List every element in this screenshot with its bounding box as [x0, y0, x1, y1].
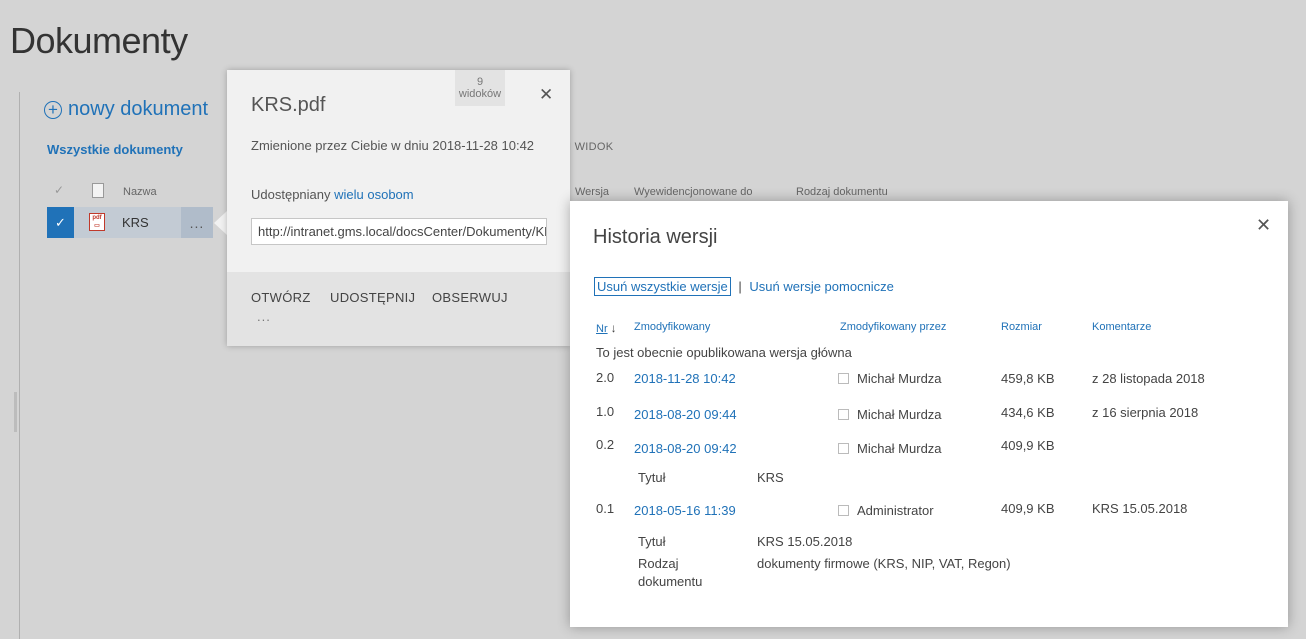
plus-circle-icon: + [44, 100, 62, 119]
header-nr-label: Nr [596, 323, 608, 335]
left-divider [19, 92, 20, 639]
callout-modified-info: Zmienione przez Ciebie w dniu 2018-11-28… [251, 138, 535, 153]
new-document-label: nowy dokument [68, 98, 209, 120]
views-counter: 9 widoków [455, 70, 505, 106]
left-scroll-indicator [14, 392, 17, 432]
page-title: Dokumenty [10, 20, 188, 61]
delete-minor-versions-link[interactable]: Usuń wersje pomocnicze [749, 279, 894, 294]
version-nr: 0.1 [596, 501, 615, 516]
version-comment: z 16 sierpnia 2018 [1092, 405, 1199, 420]
share-button[interactable]: UDOSTĘPNIJ [330, 290, 415, 305]
modified-by-name[interactable]: Michał Murdza [857, 441, 942, 456]
version-comment: KRS 15.05.2018 [1092, 501, 1188, 516]
presence-icon [838, 505, 849, 516]
version-size: 409,9 KB [1001, 438, 1055, 453]
property-label: Tytuł [638, 470, 666, 485]
presence-icon [838, 443, 849, 454]
version-nr: 1.0 [596, 404, 615, 419]
select-all-check-icon[interactable]: ✓ [54, 183, 64, 197]
property-value: KRS [757, 470, 784, 485]
modified-by-name[interactable]: Michał Murdza [857, 371, 942, 386]
document-callout: KRS.pdf 9 widoków ✕ Zmienione przez Cieb… [227, 70, 570, 346]
published-version-note: To jest obecnie opublikowana wersja głów… [596, 345, 852, 360]
pdf-icon: pdf ▭ [89, 213, 105, 231]
shared-with-link[interactable]: wielu osobom [334, 187, 414, 202]
header-size[interactable]: Rozmiar [1001, 321, 1042, 333]
new-view-link[interactable]: N WIDOK [563, 141, 613, 153]
sort-down-arrow-icon: ↓ [610, 321, 617, 335]
version-date-link[interactable]: 2018-08-20 09:44 [634, 407, 737, 422]
property-label: dokumentu [638, 574, 703, 589]
column-header-checked-out-to[interactable]: Wyewidencjonowane do [634, 186, 753, 198]
version-nr: 2.0 [596, 370, 615, 385]
callout-shared-info: Udostępniany wielu osobom [251, 187, 414, 202]
version-comment: z 28 listopada 2018 [1092, 371, 1205, 386]
open-button[interactable]: OTWÓRZ [251, 290, 311, 305]
shared-prefix: Udostępniany [251, 187, 331, 202]
version-date-link[interactable]: 2018-08-20 09:42 [634, 441, 737, 456]
property-value: dokumenty firmowe (KRS, NIP, VAT, Regon) [757, 556, 1011, 571]
callout-pointer [214, 211, 227, 235]
version-nr: 0.2 [596, 437, 615, 452]
property-label: Rodzaj [638, 556, 679, 571]
callout-title: KRS.pdf [251, 94, 326, 116]
delete-all-versions-link[interactable]: Usuń wszystkie wersje [594, 277, 731, 296]
list-item-name[interactable]: KRS [122, 215, 149, 230]
property-label: Tytuł [638, 534, 666, 549]
version-size: 409,9 KB [1001, 501, 1055, 516]
views-count: 9 [476, 76, 484, 88]
views-label: widoków [458, 88, 502, 100]
version-modified-by: Michał Murdza [838, 407, 942, 422]
more-actions-button[interactable]: ... [257, 309, 271, 324]
follow-button[interactable]: OBSERWUJ [432, 290, 508, 305]
modified-by-name[interactable]: Administrator [857, 503, 934, 518]
presence-icon [838, 373, 849, 384]
version-history-dialog: Historia wersji ✕ Usuń wszystkie wersje … [570, 201, 1288, 627]
column-header-version[interactable]: Wersja [575, 186, 609, 198]
version-modified-by: Michał Murdza [838, 371, 942, 386]
modified-by-name[interactable]: Michał Murdza [857, 407, 942, 422]
header-modified[interactable]: Zmodyfikowany [634, 321, 710, 333]
version-date-link[interactable]: 2018-11-28 10:42 [634, 371, 736, 386]
document-url-field[interactable]: http://intranet.gms.local/docsCenter/Dok… [251, 218, 547, 245]
property-value: KRS 15.05.2018 [757, 534, 853, 549]
close-icon[interactable]: ✕ [539, 85, 553, 105]
column-header-name[interactable]: Nazwa [123, 186, 157, 198]
new-document-button[interactable]: + nowy dokument [44, 98, 208, 121]
version-modified-by: Administrator [838, 503, 934, 518]
version-modified-by: Michał Murdza [838, 441, 942, 456]
version-size: 434,6 KB [1001, 405, 1055, 420]
column-header-document-type[interactable]: Rodzaj dokumentu [796, 186, 888, 198]
dialog-actions: Usuń wszystkie wersje | Usuń wersje pomo… [594, 277, 894, 296]
document-type-icon [92, 183, 104, 198]
header-nr[interactable]: Nr ↓ [596, 321, 617, 335]
actions-separator: | [738, 279, 742, 294]
close-icon[interactable]: ✕ [1256, 215, 1271, 236]
version-date-link[interactable]: 2018-05-16 11:39 [634, 503, 736, 518]
dialog-title: Historia wersji [593, 226, 718, 248]
version-size: 459,8 KB [1001, 371, 1055, 386]
view-all-documents[interactable]: Wszystkie dokumenty [47, 142, 183, 157]
presence-icon [838, 409, 849, 420]
header-comments[interactable]: Komentarze [1092, 321, 1151, 333]
callout-actions: OTWÓRZ UDOSTĘPNIJ OBSERWUJ ... [227, 272, 570, 346]
row-more-button[interactable]: ... [181, 207, 213, 238]
header-modified-by[interactable]: Zmodyfikowany przez [840, 321, 946, 333]
row-checkmark-icon[interactable]: ✓ [47, 207, 74, 238]
